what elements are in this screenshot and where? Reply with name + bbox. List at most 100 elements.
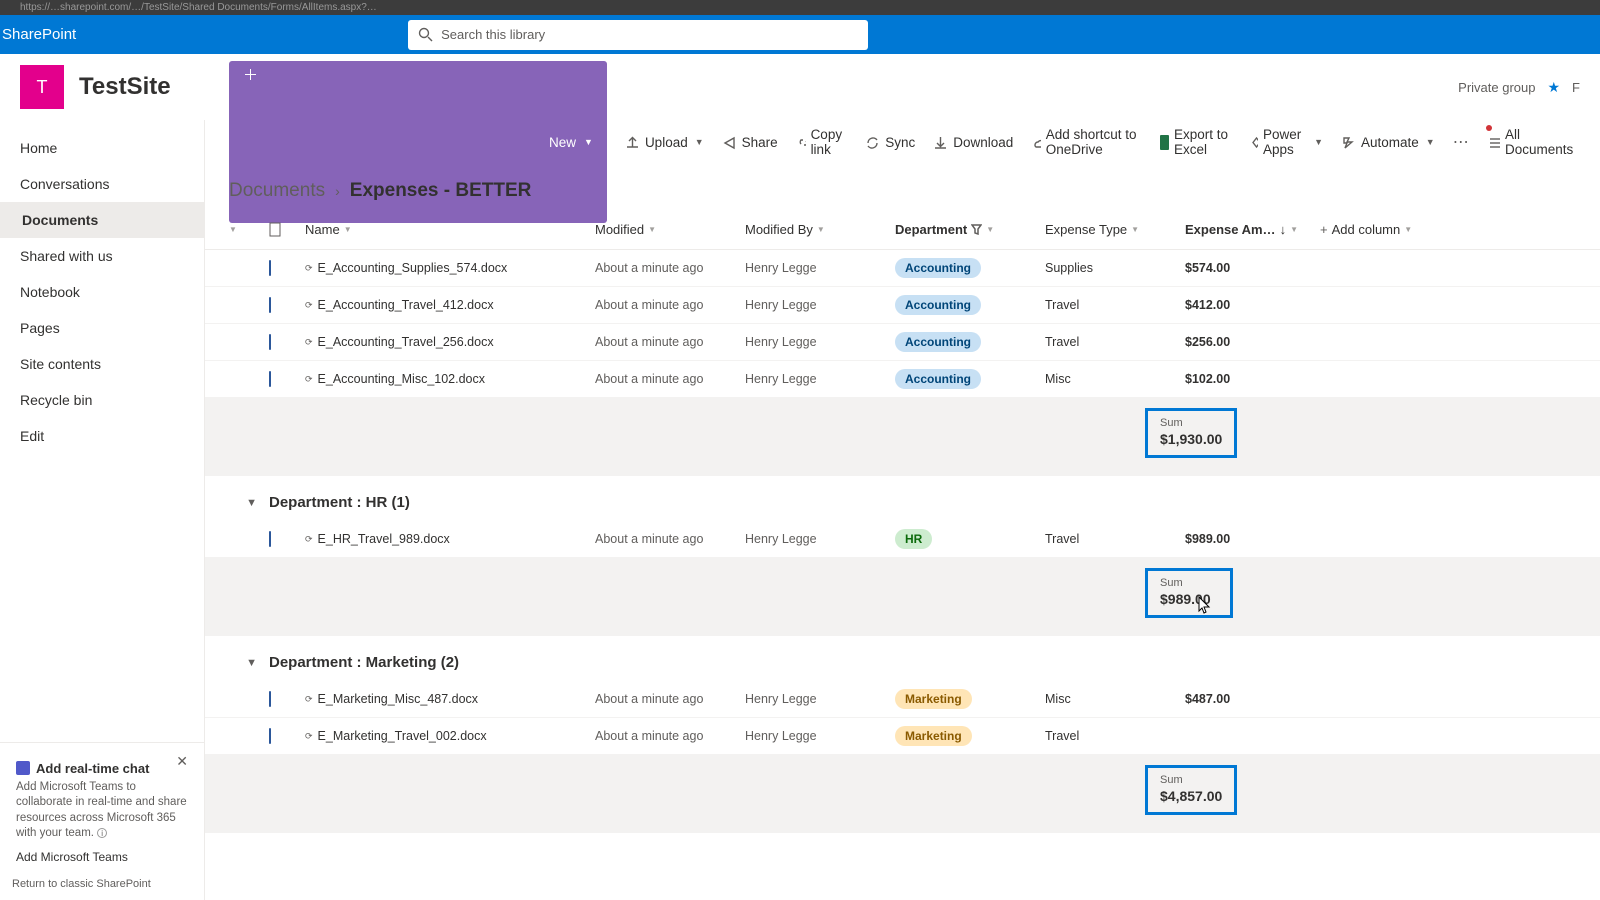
sync-status-icon: ⟳ <box>305 337 313 348</box>
star-icon[interactable]: ★ <box>1547 79 1560 96</box>
file-name[interactable]: E_Accounting_Supplies_574.docx <box>318 261 508 275</box>
col-department[interactable]: Department ▼ <box>895 222 1045 237</box>
breadcrumb-root[interactable]: Documents <box>229 180 325 202</box>
teams-icon <box>16 761 30 775</box>
sidebar-item-conversations[interactable]: Conversations <box>0 166 204 202</box>
add-shortcut-button[interactable]: Add shortcut to OneDrive <box>1031 127 1141 157</box>
copy-link-button[interactable]: Copy link <box>796 127 848 157</box>
cell-amount: $487.00 <box>1185 692 1320 706</box>
power-apps-button[interactable]: Power Apps▼ <box>1249 127 1323 157</box>
table-row[interactable]: ⟳E_HR_Travel_989.docxAbout a minute agoH… <box>205 521 1600 558</box>
cell-modified: About a minute ago <box>595 692 745 706</box>
department-pill: Accounting <box>895 369 981 389</box>
group-header[interactable]: ▼Department : HR (1) <box>205 476 1600 521</box>
col-expense-type[interactable]: Expense Type▼ <box>1045 222 1185 237</box>
sum-value: $1,930.00 <box>1160 431 1222 447</box>
department-pill: HR <box>895 529 932 549</box>
chevron-down-icon[interactable]: ▼ <box>229 225 237 234</box>
search-input[interactable]: Search this library <box>408 20 868 50</box>
close-icon[interactable]: ✕ <box>176 753 188 770</box>
table-row[interactable]: ⟳E_Accounting_Travel_412.docxAbout a min… <box>205 287 1600 324</box>
add-teams-link[interactable]: Add Microsoft Teams <box>16 850 188 864</box>
file-name[interactable]: E_Accounting_Travel_256.docx <box>318 335 494 349</box>
cell-modified-by: Henry Legge <box>745 532 895 546</box>
share-icon <box>722 135 737 150</box>
app-name[interactable]: SharePoint <box>0 26 76 43</box>
sync-status-icon: ⟳ <box>305 374 313 385</box>
sidebar-item-documents[interactable]: Documents <box>0 202 204 238</box>
cell-modified: About a minute ago <box>595 261 745 275</box>
sync-status-icon: ⟳ <box>305 263 313 274</box>
sync-icon <box>865 135 880 150</box>
excel-icon <box>1160 135 1169 150</box>
chevron-down-icon: ▼ <box>344 225 352 234</box>
automate-button[interactable]: Automate▼ <box>1341 135 1435 150</box>
sidebar-item-pages[interactable]: Pages <box>0 310 204 346</box>
col-name[interactable]: Name▼ <box>305 222 595 237</box>
cell-amount: $412.00 <box>1185 298 1320 312</box>
chevron-down-icon: ▼ <box>1290 225 1298 234</box>
column-headers: ▼ Name▼ Modified▼ Modified By▼ Departmen… <box>205 210 1600 250</box>
download-button[interactable]: Download <box>933 135 1013 150</box>
site-title[interactable]: TestSite <box>79 73 171 101</box>
link-icon <box>796 135 806 150</box>
sync-button[interactable]: Sync <box>865 135 915 150</box>
followers-label: F <box>1572 80 1580 95</box>
sidebar-item-recycle-bin[interactable]: Recycle bin <box>0 382 204 418</box>
file-name[interactable]: E_Accounting_Misc_102.docx <box>318 372 485 386</box>
add-column-button[interactable]: + Add column▼ <box>1320 222 1440 237</box>
group-sum-row: Sum$1,930.00 <box>205 398 1600 476</box>
sidebar-item-edit[interactable]: Edit <box>0 418 204 454</box>
sum-value: $4,857.00 <box>1160 788 1222 804</box>
chevron-down-icon: ▼ <box>1131 225 1139 234</box>
cell-expense-type: Misc <box>1045 372 1185 386</box>
chevron-down-icon: ▼ <box>817 225 825 234</box>
table-row[interactable]: ⟳ E_Accounting_Misc_102.docx About a minut… <box>205 361 1600 398</box>
chevron-down-icon: ▼ <box>584 137 593 147</box>
site-logo[interactable]: T <box>20 65 64 109</box>
group-header[interactable]: ▼Department : Marketing (2) <box>205 636 1600 681</box>
department-pill: Marketing <box>895 689 972 709</box>
col-modified-by[interactable]: Modified By▼ <box>745 222 895 237</box>
sidebar-item-home[interactable]: Home <box>0 130 204 166</box>
table-row[interactable]: ⟳ E_Accounting_Supplies_574.docx About a m… <box>205 250 1600 287</box>
word-doc-icon <box>269 260 271 276</box>
file-name[interactable]: E_HR_Travel_989.docx <box>318 532 450 546</box>
sidebar-item-site-contents[interactable]: Site contents <box>0 346 204 382</box>
classic-sharepoint-link[interactable]: Return to classic SharePoint <box>12 878 192 890</box>
word-doc-icon <box>269 728 271 744</box>
cell-expense-type: Misc <box>1045 692 1185 706</box>
department-pill: Accounting <box>895 332 981 352</box>
col-modified[interactable]: Modified▼ <box>595 222 745 237</box>
file-name[interactable]: E_Marketing_Misc_487.docx <box>318 692 479 706</box>
sidebar-item-shared-with-us[interactable]: Shared with us <box>0 238 204 274</box>
cell-modified-by: Henry Legge <box>745 372 895 386</box>
col-amount[interactable]: Expense Am… ↓▼ <box>1185 222 1320 237</box>
table-row[interactable]: ⟳E_Marketing_Misc_487.docxAbout a minute… <box>205 681 1600 718</box>
export-excel-button[interactable]: Export to Excel <box>1160 127 1231 157</box>
chevron-down-icon: ▼ <box>1426 137 1435 147</box>
cell-modified: About a minute ago <box>595 372 745 386</box>
share-button[interactable]: Share <box>722 135 778 150</box>
table-row[interactable]: ⟳E_Marketing_Travel_002.docxAbout a minu… <box>205 718 1600 755</box>
cell-amount: $102.00 <box>1185 372 1320 386</box>
list-icon <box>1488 135 1500 150</box>
sum-box: Sum$4,857.00 <box>1145 765 1237 815</box>
download-icon <box>933 135 948 150</box>
file-name[interactable]: E_Marketing_Travel_002.docx <box>318 729 487 743</box>
chevron-down-icon[interactable]: ▼ <box>229 657 257 669</box>
cell-modified-by: Henry Legge <box>745 335 895 349</box>
cell-modified-by: Henry Legge <box>745 692 895 706</box>
file-name[interactable]: E_Accounting_Travel_412.docx <box>318 298 494 312</box>
chevron-down-icon[interactable]: ▼ <box>229 497 257 509</box>
view-selector[interactable]: All Documents <box>1488 127 1576 157</box>
more-button[interactable]: ⋯ <box>1453 132 1470 152</box>
cell-modified-by: Henry Legge <box>745 298 895 312</box>
table-row[interactable]: ⟳E_Accounting_Travel_256.docxAbout a min… <box>205 324 1600 361</box>
upload-button[interactable]: Upload▼ <box>625 135 704 150</box>
browser-url-bar: https://…sharepoint.com/…/TestSite/Share… <box>0 0 1600 15</box>
breadcrumb-current: Expenses - BETTER <box>350 180 532 202</box>
chevron-right-icon: › <box>335 183 340 199</box>
sidebar-item-notebook[interactable]: Notebook <box>0 274 204 310</box>
info-icon[interactable]: i <box>97 828 107 838</box>
